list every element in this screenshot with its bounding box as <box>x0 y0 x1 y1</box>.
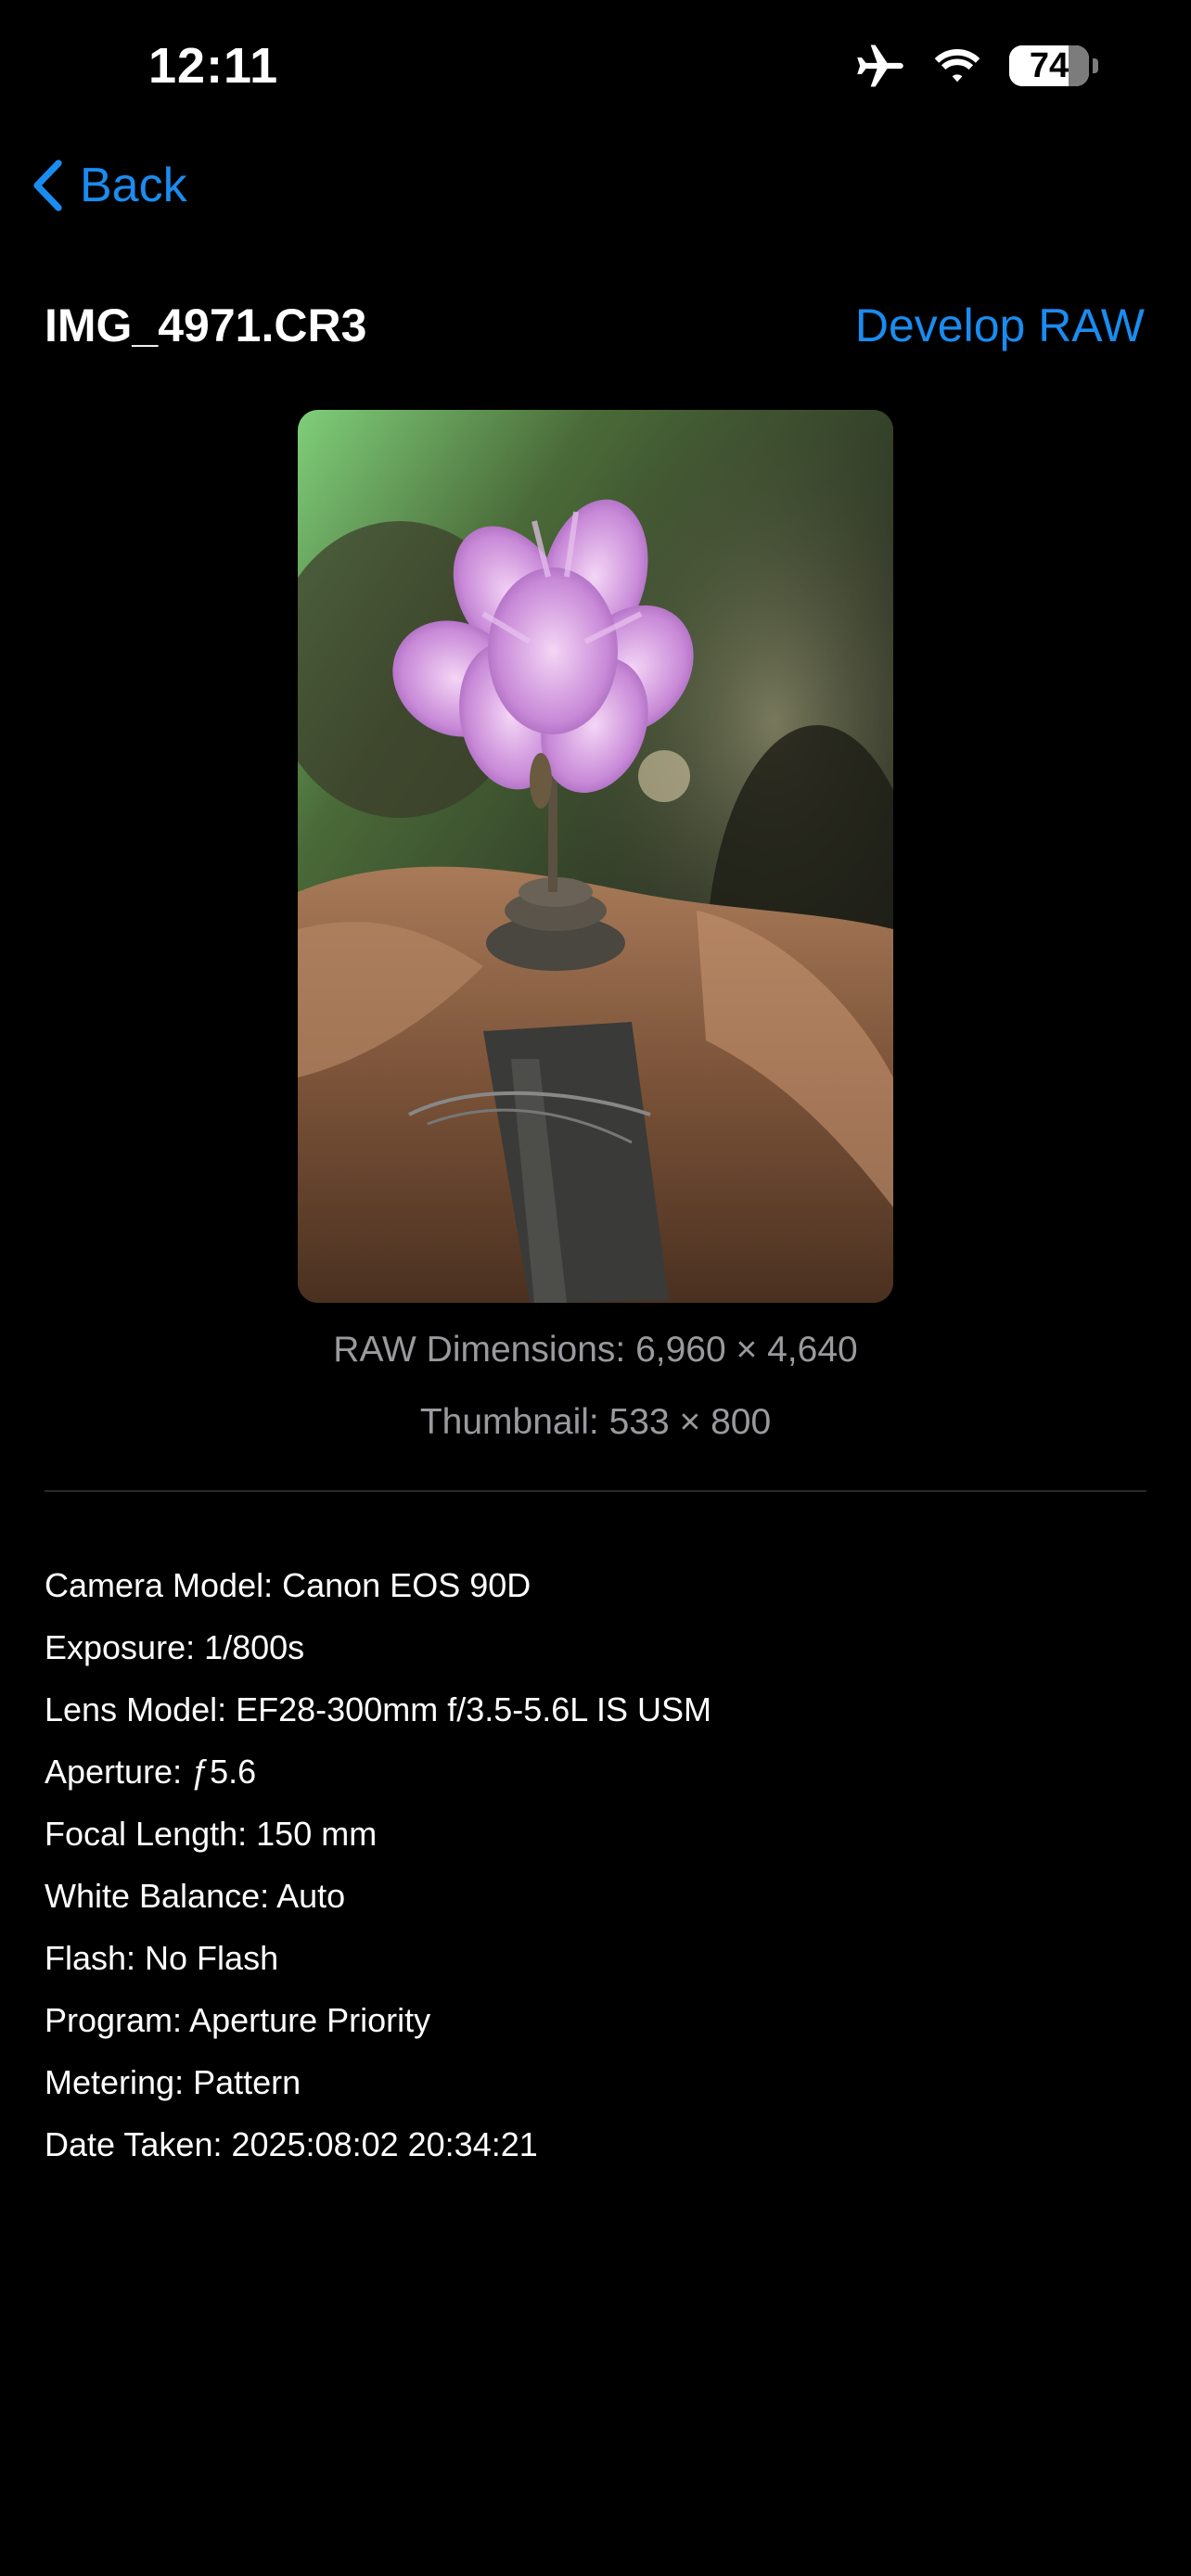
metadata-aperture: Aperture: ƒ5.6 <box>45 1753 257 1791</box>
back-button[interactable]: Back <box>32 158 187 213</box>
metadata-metering: Metering: Pattern <box>45 2063 301 2101</box>
metadata-exposure: Exposure: 1/800s <box>45 1628 305 1666</box>
back-label: Back <box>80 159 187 212</box>
airplane-icon <box>855 45 905 87</box>
metadata-date-taken: Date Taken: 2025:08:02 20:34:21 <box>45 2125 538 2163</box>
raw-dimensions-label: RAW Dimensions: 6,960 × 4,640 <box>333 1330 858 1370</box>
metadata-program: Program: Aperture Priority <box>45 2001 431 2039</box>
battery-level: 74 <box>1029 45 1069 85</box>
wifi-icon <box>931 46 983 85</box>
thumbnail-size-label: Thumbnail: 533 × 800 <box>419 1402 772 1442</box>
status-time: 12:11 <box>148 38 279 94</box>
metadata-lens-model: Lens Model: EF28-300mm f/3.5-5.6L IS USM <box>45 1690 711 1728</box>
status-icons: 74 <box>855 45 1098 87</box>
metadata-list: Camera Model: Canon EOS 90D Exposure: 1/… <box>45 1567 711 2188</box>
metadata-camera-model: Camera Model: Canon EOS 90D <box>45 1566 531 1604</box>
metadata-flash: Flash: No Flash <box>45 1939 279 1977</box>
chevron-left-icon <box>32 159 63 212</box>
divider <box>45 1490 1146 1492</box>
develop-raw-button[interactable]: Develop RAW <box>855 299 1145 352</box>
metadata-focal-length: Focal Length: 150 mm <box>45 1815 378 1853</box>
file-title: IMG_4971.CR3 <box>45 300 367 351</box>
battery-icon: 74 <box>1009 45 1089 86</box>
metadata-white-balance: White Balance: Auto <box>45 1877 346 1915</box>
battery-nub <box>1093 58 1098 73</box>
photo-thumbnail[interactable] <box>298 410 893 1303</box>
